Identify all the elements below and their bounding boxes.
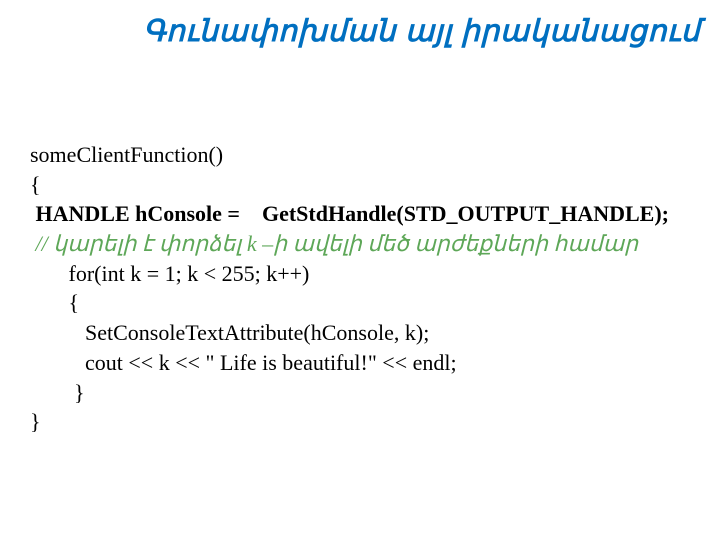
code-line: { bbox=[30, 170, 690, 200]
code-line: } bbox=[30, 378, 690, 408]
code-line: cout << k << " Life is beautiful!" << en… bbox=[30, 348, 690, 378]
code-comment: // կարելի է փորձել k –ի ավելի մեծ արժեքն… bbox=[30, 229, 690, 259]
code-line: someClientFunction() bbox=[30, 140, 690, 170]
code-line: SetConsoleTextAttribute(hConsole, k); bbox=[30, 318, 690, 348]
code-line: HANDLE hConsole = GetStdHandle(STD_OUTPU… bbox=[30, 199, 690, 229]
slide-title: Գունափոխման այլ իրականացում bbox=[0, 14, 700, 49]
code-line: for(int k = 1; k < 255; k++) bbox=[30, 259, 690, 289]
code-line: { bbox=[30, 288, 690, 318]
slide: Գունափոխման այլ իրականացում someClientFu… bbox=[0, 0, 720, 540]
code-block: someClientFunction() { HANDLE hConsole =… bbox=[30, 140, 690, 437]
code-line: } bbox=[30, 407, 690, 437]
